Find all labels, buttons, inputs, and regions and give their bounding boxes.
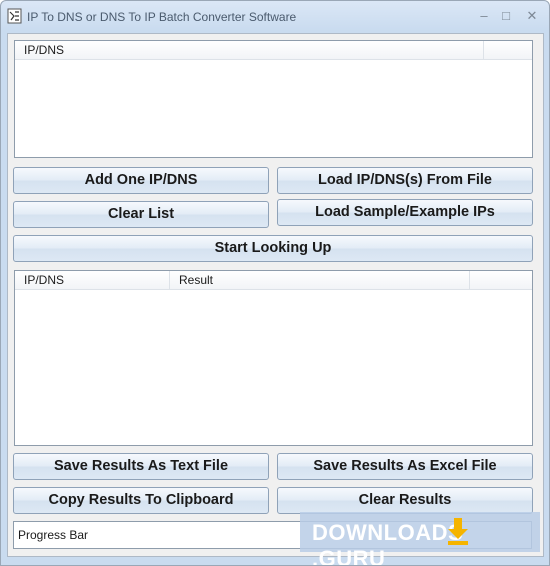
load-sample-ips-button[interactable]: Load Sample/Example IPs xyxy=(277,199,533,226)
watermark-text: DOWNLOADS.GURU xyxy=(312,520,464,566)
load-from-file-button[interactable]: Load IP/DNS(s) From File xyxy=(277,167,533,194)
progress-bar-label: Progress Bar xyxy=(18,528,89,542)
maximize-button[interactable]: □ xyxy=(495,7,517,25)
minimize-button[interactable]: – xyxy=(473,7,495,25)
ip-dns-input-list[interactable]: IP/DNS xyxy=(14,40,533,158)
app-window: IP To DNS or DNS To IP Batch Converter S… xyxy=(0,0,550,566)
watermark: DOWNLOADS.GURU xyxy=(300,512,540,565)
start-looking-up-button[interactable]: Start Looking Up xyxy=(13,235,533,262)
app-icon xyxy=(7,8,22,24)
results-list-header: IP/DNS Result xyxy=(15,271,532,290)
close-button[interactable]: ✕ xyxy=(521,7,543,25)
column-header-result[interactable]: Result xyxy=(170,271,470,289)
client-area: IP/DNS Add One IP/DNS Load IP/DNS(s) Fro… xyxy=(7,33,544,557)
input-list-header: IP/DNS xyxy=(15,41,532,60)
save-results-excel-button[interactable]: Save Results As Excel File xyxy=(277,453,533,480)
title-bar[interactable]: IP To DNS or DNS To IP Batch Converter S… xyxy=(1,1,549,33)
column-header-ip-dns[interactable]: IP/DNS xyxy=(15,41,484,59)
clear-list-button[interactable]: Clear List xyxy=(13,201,269,228)
copy-results-clipboard-button[interactable]: Copy Results To Clipboard xyxy=(13,487,269,514)
window-title: IP To DNS or DNS To IP Batch Converter S… xyxy=(27,10,297,24)
save-results-text-button[interactable]: Save Results As Text File xyxy=(13,453,269,480)
results-list[interactable]: IP/DNS Result xyxy=(14,270,533,446)
column-header-ip-dns[interactable]: IP/DNS xyxy=(15,271,170,289)
download-arrow-icon xyxy=(448,518,468,545)
clear-results-button[interactable]: Clear Results xyxy=(277,487,533,514)
add-one-ip-dns-button[interactable]: Add One IP/DNS xyxy=(13,167,269,194)
